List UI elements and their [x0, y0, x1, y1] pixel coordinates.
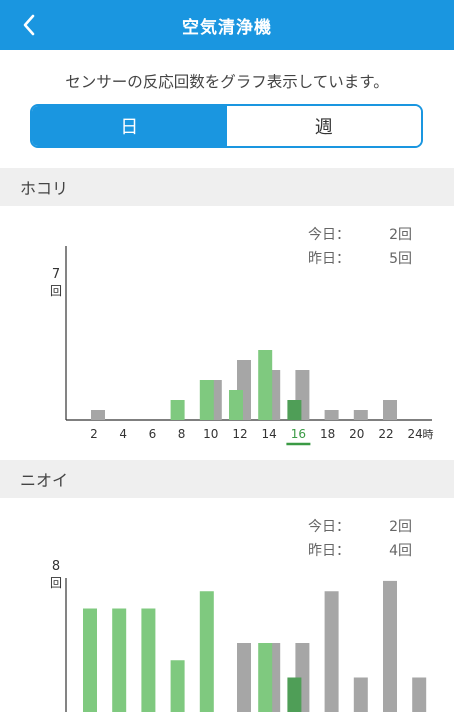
bar-today-6: [141, 608, 156, 712]
yesterday-label: 昨日：: [308, 543, 350, 559]
bar-yesterday-12: [237, 643, 251, 712]
page-title: 空気清浄機: [182, 17, 272, 38]
dust-chart: 今日： 2回 昨日： 5回 7 回 2 4 6 8 10 12 14 16 18 20 22 24 時: [0, 206, 454, 460]
bar-today-2: [83, 608, 97, 712]
period-segmented-control: 日 週: [30, 104, 423, 148]
y-unit-label: 回: [50, 284, 62, 298]
odor-chart: 今日： 2回 昨日： 4回 8 回: [0, 498, 454, 712]
tab-week[interactable]: 週: [226, 106, 421, 146]
x-tick-12: 12: [232, 427, 247, 441]
bar-today-14: [258, 643, 273, 712]
today-value: 2回: [389, 519, 412, 535]
x-tick-22: 22: [378, 427, 393, 441]
bar-today-10: [199, 591, 214, 712]
bar-today-16: [287, 677, 302, 712]
x-tick-4: 4: [119, 427, 127, 441]
x-tick-18: 18: [320, 427, 335, 441]
x-unit-label: 時: [423, 428, 434, 441]
section-header-dust: ホコリ: [0, 168, 454, 206]
bar-yesterday-18: [324, 591, 339, 712]
today-label: 今日：: [308, 227, 350, 243]
bar-yesterday-18: [324, 410, 339, 420]
yesterday-value: 5回: [389, 251, 412, 267]
bar-today-12: [229, 390, 243, 420]
today-value: 2回: [389, 227, 412, 243]
bar-today-10: [199, 380, 214, 420]
x-tick-14: 14: [262, 427, 277, 441]
x-tick-10: 10: [203, 427, 218, 441]
x-tick-16: 16: [291, 427, 306, 441]
tab-day[interactable]: 日: [32, 106, 227, 146]
bar-today-4: [112, 608, 127, 712]
yesterday-value: 4回: [389, 543, 412, 559]
yesterday-label: 昨日：: [308, 251, 350, 267]
app-header: 空気清浄機: [0, 0, 454, 50]
section-header-odor: ニオイ: [0, 460, 454, 498]
y-unit-label: 回: [50, 576, 62, 590]
odor-stats: 今日： 2回 昨日： 4回: [308, 514, 412, 562]
x-tick-2: 2: [90, 427, 98, 441]
dust-stats: 今日： 2回 昨日： 5回: [308, 222, 412, 270]
back-button[interactable]: [14, 10, 44, 40]
x-tick-24: 24: [408, 427, 423, 441]
bar-today-8: [170, 400, 185, 420]
x-tick-6: 6: [149, 427, 157, 441]
bar-yesterday-20: [353, 677, 368, 712]
chevron-left-icon: [23, 14, 35, 36]
bar-yesterday-22: [383, 400, 397, 420]
y-max-label: 8: [52, 559, 60, 574]
bar-today-14: [258, 350, 273, 420]
bar-today-8: [170, 660, 185, 712]
bar-yesterday-20: [353, 410, 368, 420]
description-text: センサーの反応回数をグラフ表示しています。: [65, 73, 389, 91]
x-tick-20: 20: [349, 427, 364, 441]
bar-today-16: [287, 400, 302, 420]
bar-yesterday-22: [383, 580, 397, 712]
today-label: 今日：: [308, 519, 350, 535]
y-max-label: 7: [52, 267, 60, 282]
bar-yesterday-2: [91, 410, 105, 420]
x-tick-8: 8: [178, 427, 186, 441]
bar-yesterday-24: [412, 677, 427, 712]
